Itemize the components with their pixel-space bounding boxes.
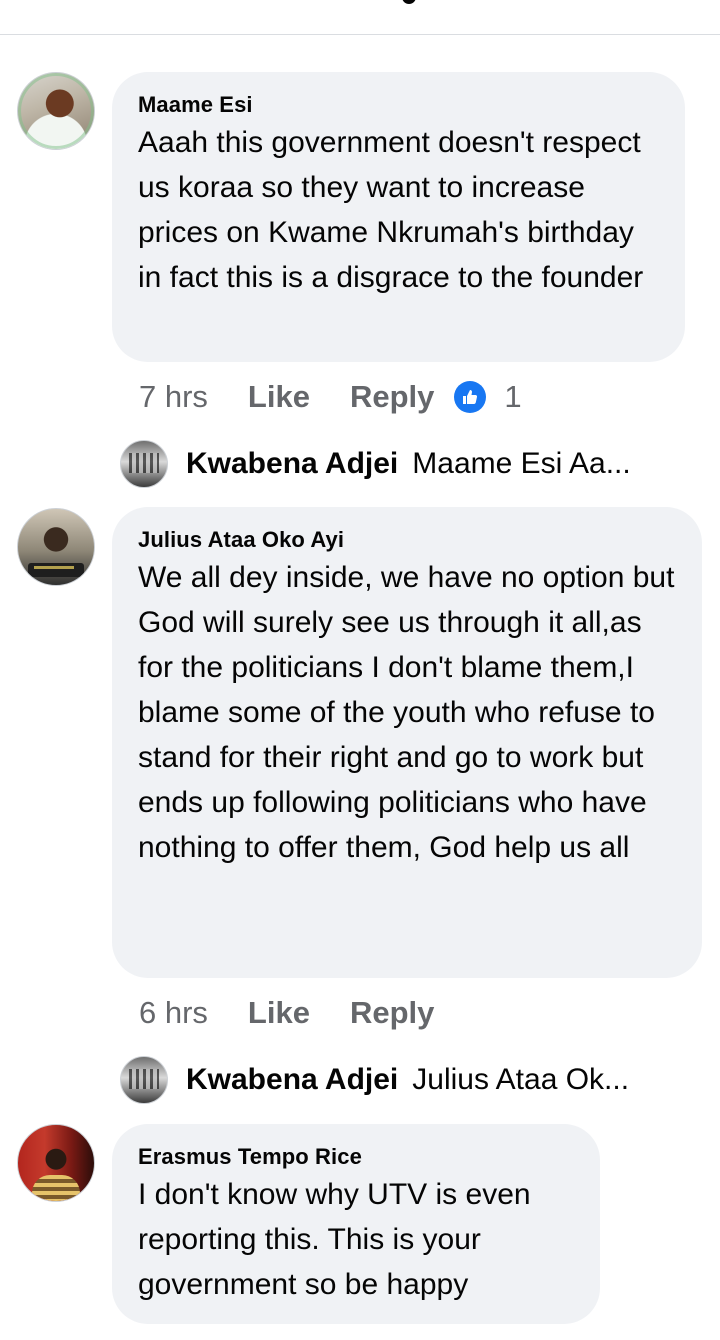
- comment-text: We all dey inside, we have no option but…: [138, 561, 675, 864]
- comment-bubble: Julius Ataa Oko Ayi We all dey inside, w…: [112, 507, 702, 978]
- thumbs-up-icon[interactable]: [454, 381, 487, 413]
- reply-button[interactable]: Reply: [350, 995, 434, 1031]
- reaction-count: 1: [504, 379, 522, 414]
- comment-bubble: Erasmus Tempo Rice I don't know why UTV …: [112, 1124, 600, 1324]
- reply-snippet: Maame Esi Aa...: [412, 447, 631, 480]
- comment-author[interactable]: Maame Esi: [138, 92, 659, 118]
- comment-actions: 7 hrs Like Reply 1: [139, 379, 522, 415]
- reply-preview[interactable]: Kwabena Adjei Maame Esi Aa...: [120, 440, 631, 488]
- like-button[interactable]: Like: [248, 379, 310, 415]
- reply-snippet: Julius Ataa Ok...: [412, 1063, 630, 1096]
- reply-author: Kwabena Adjei: [186, 447, 399, 480]
- comment-author[interactable]: Julius Ataa Oko Ayi: [138, 527, 676, 553]
- comment-timestamp[interactable]: 7 hrs: [139, 379, 208, 415]
- reply-button[interactable]: Reply: [350, 379, 434, 415]
- comment-text: Aaah this government doesn't respect us …: [138, 126, 644, 294]
- comment-actions: 6 hrs Like Reply: [139, 995, 434, 1031]
- reply-avatar: [120, 440, 168, 488]
- comment-text: I don't know why UTV is even reporting t…: [138, 1178, 531, 1301]
- avatar[interactable]: [17, 1124, 95, 1202]
- reply-preview[interactable]: Kwabena Adjei Julius Ataa Ok...: [120, 1056, 629, 1104]
- top-bar: [0, 0, 720, 35]
- comment-author[interactable]: Erasmus Tempo Rice: [138, 1144, 574, 1170]
- comment-bubble: Maame Esi Aaah this government doesn't r…: [112, 72, 685, 362]
- comment-timestamp[interactable]: 6 hrs: [139, 995, 208, 1031]
- reply-author: Kwabena Adjei: [186, 1063, 399, 1096]
- reply-avatar: [120, 1056, 168, 1104]
- avatar[interactable]: [17, 508, 95, 586]
- like-button[interactable]: Like: [248, 995, 310, 1031]
- avatar[interactable]: [17, 72, 95, 150]
- header-title-fragment: [402, 0, 416, 4]
